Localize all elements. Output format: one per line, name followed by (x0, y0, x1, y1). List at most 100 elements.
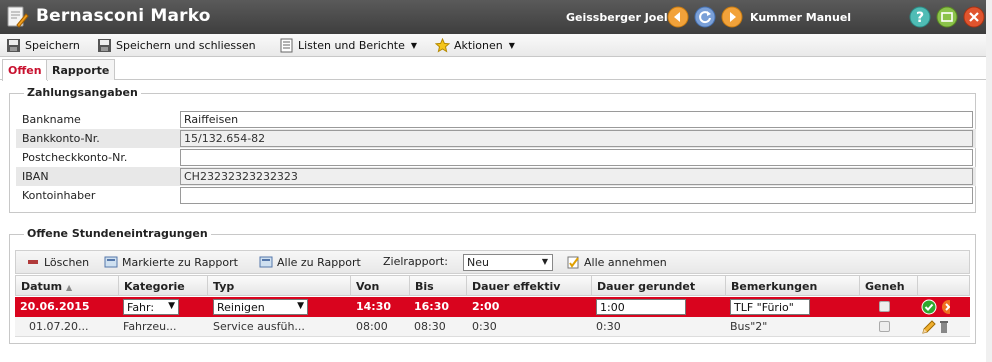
row-duration-rounded-input[interactable]: 1:00 (596, 299, 686, 315)
save-and-close-label: Speichern und schliessen (116, 39, 256, 52)
table-row[interactable]: 01.07.20... Fahrzeu... Service ausfüh...… (15, 317, 970, 337)
save-label: Speichern (25, 39, 80, 52)
row-category: Fahrzeu... (123, 320, 177, 333)
open-hours-legend: Offene Stundeneintragungen (24, 227, 211, 240)
all-to-report-button[interactable]: Alle zu Rapport (259, 255, 361, 269)
window-title: Bernasconi Marko (36, 6, 211, 26)
tab-offen[interactable]: Offen (2, 59, 48, 81)
all-to-report-label: Alle zu Rapport (277, 255, 361, 269)
bank-account-label: Bankkonto-Nr. (22, 132, 100, 145)
pencil-edit-icon[interactable] (921, 319, 937, 335)
refresh-icon (694, 6, 716, 28)
delete-icon (28, 260, 38, 264)
column-header-date[interactable]: Datum ▲ (16, 276, 119, 296)
column-header-to[interactable]: Bis (410, 276, 467, 296)
help-icon: ? (909, 6, 931, 28)
save-and-close-button[interactable]: Speichern und schliessen (97, 37, 256, 54)
floppy-disk-close-icon (98, 39, 111, 52)
confirm-icon[interactable] (921, 299, 937, 315)
column-header-category[interactable]: Kategorie (119, 276, 208, 296)
lists-and-reports-menu[interactable]: Listen und Berichte ▼ (279, 37, 417, 54)
column-header-duration-effective[interactable]: Dauer effektiv (467, 276, 592, 296)
next-button[interactable] (721, 6, 743, 28)
maximize-icon (936, 6, 958, 28)
target-report-select[interactable]: Neu ▼ (463, 254, 553, 271)
cancel-icon[interactable] (941, 299, 950, 315)
column-header-approved[interactable]: Geneh (860, 276, 918, 296)
row-date: 01.07.20... (29, 320, 89, 333)
row-type: Service ausfüh... (213, 320, 305, 333)
bankname-row: Bankname Raiffeisen (16, 110, 976, 129)
actions-label: Aktionen (454, 39, 503, 52)
previous-button[interactable] (667, 6, 689, 28)
row-remarks-input[interactable]: TLF "Fürio" (730, 299, 810, 315)
maximize-button[interactable] (936, 6, 958, 28)
close-icon (963, 6, 985, 28)
row-from: 14:30 (356, 300, 392, 313)
entries-toolbar: Löschen Markierte zu Rapport Alle zu Rap… (15, 250, 970, 274)
bank-account-row: Bankkonto-Nr. 15/132.654-82 (16, 129, 976, 148)
row-date: 20.06.2015 (20, 300, 90, 313)
iban-row: IBAN CH23232323232323 (16, 167, 976, 186)
refresh-button[interactable] (694, 6, 716, 28)
window-scrollbar[interactable] (986, 0, 992, 362)
accept-all-button[interactable]: Alle annehmen (566, 255, 667, 269)
main-toolbar: Speichern Speichern und schliessen Liste… (0, 34, 992, 57)
accept-icon (567, 256, 579, 269)
column-header-type[interactable]: Typ (208, 276, 351, 296)
chevron-down-icon: ▼ (168, 301, 175, 311)
chevron-down-icon: ▼ (541, 257, 548, 266)
chevron-down-icon: ▼ (508, 41, 515, 50)
close-button[interactable] (963, 6, 985, 28)
mark-to-report-button[interactable]: Markierte zu Rapport (104, 255, 238, 269)
row-duration-effective: 0:30 (472, 320, 497, 333)
postcheck-account-input[interactable] (180, 149, 973, 166)
trash-icon[interactable] (939, 319, 949, 335)
bankname-label: Bankname (22, 113, 81, 126)
next-person-name[interactable]: Kummer Manuel (750, 11, 851, 24)
row-approved-checkbox[interactable] (879, 321, 890, 332)
payment-details-legend: Zahlungsangaben (24, 86, 141, 99)
row-to: 16:30 (414, 300, 450, 313)
document-edit-icon (7, 6, 29, 28)
table-row[interactable]: 20.06.2015 Fahr: ▼ Reinigen ▼ 14:30 16:30 … (15, 297, 970, 317)
actions-menu[interactable]: Aktionen ▼ (435, 37, 515, 54)
bank-account-input[interactable]: 15/132.654-82 (180, 130, 973, 147)
sort-asc-icon: ▲ (65, 283, 73, 292)
target-report-value: Neu (467, 256, 489, 269)
column-header-from[interactable]: Von (351, 276, 410, 296)
delete-button[interactable]: Löschen (26, 255, 89, 269)
floppy-disk-icon (7, 39, 20, 52)
help-button[interactable]: ? (909, 6, 931, 28)
column-header-remarks[interactable]: Bemerkungen (726, 276, 860, 296)
tab-bar: Offen Rapporte (0, 57, 992, 81)
star-icon (435, 38, 450, 53)
tab-rapporte[interactable]: Rapporte (46, 59, 116, 80)
accept-all-label: Alle annehmen (584, 255, 667, 269)
row-from: 08:00 (356, 320, 388, 333)
row-approved-checkbox[interactable] (879, 301, 890, 312)
postcheck-account-row: Postcheckkonto-Nr. (16, 148, 976, 167)
save-button[interactable]: Speichern (6, 37, 80, 54)
column-header-duration-rounded[interactable]: Dauer gerundet (592, 276, 726, 296)
account-holder-input[interactable] (180, 187, 973, 204)
account-holder-row: Kontoinhaber (16, 186, 976, 205)
previous-person-name[interactable]: Geissberger Joel (566, 11, 668, 24)
row-duration-effective: 2:00 (472, 300, 500, 313)
row-remarks: Bus"2" (730, 320, 768, 333)
bankname-input[interactable]: Raiffeisen (180, 111, 973, 128)
chevron-down-icon: ▼ (297, 301, 304, 311)
iban-input[interactable]: CH23232323232323 (180, 168, 973, 185)
chevron-down-icon: ▼ (410, 41, 418, 50)
row-type-select[interactable]: Reinigen ▼ (213, 299, 308, 315)
row-category-select[interactable]: Fahr: ▼ (123, 299, 179, 315)
column-header-actions (918, 276, 971, 296)
mark-to-report-label: Markierte zu Rapport (122, 255, 238, 269)
report-icon (259, 256, 273, 268)
report-icon (104, 256, 118, 268)
lists-and-reports-label: Listen und Berichte (298, 39, 405, 52)
payment-details-fieldset: Zahlungsangaben Bankname Raiffeisen Bank… (9, 86, 976, 213)
delete-label: Löschen (44, 255, 90, 269)
arrow-right-icon (721, 6, 743, 28)
title-bar: Bernasconi Marko Geissberger Joel Kummer… (0, 0, 992, 34)
